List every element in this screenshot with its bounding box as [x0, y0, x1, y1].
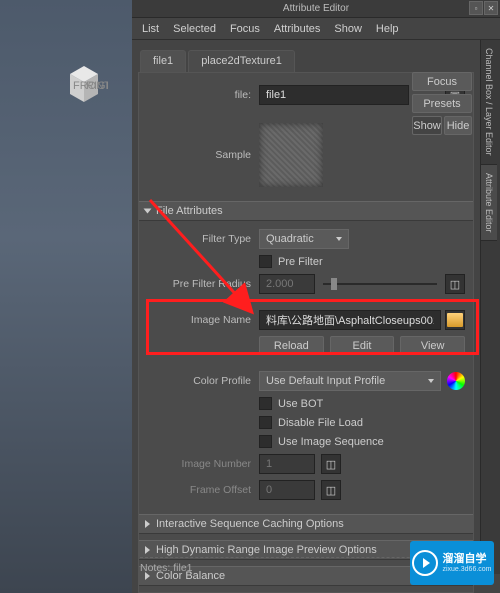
color-wheel-icon[interactable]	[447, 372, 465, 390]
viewcube[interactable]: FRONT RIGHT	[60, 60, 108, 108]
use-image-sequence-checkbox[interactable]	[259, 435, 272, 448]
rail-tab-channel-box[interactable]: Channel Box / Layer Editor	[481, 40, 497, 165]
pre-filter-radius-slider[interactable]	[323, 283, 437, 285]
image-name-input[interactable]	[259, 310, 441, 330]
file-name-input[interactable]	[259, 85, 409, 105]
filter-type-dropdown[interactable]: Quadratic	[259, 229, 349, 249]
triangle-right-icon	[145, 520, 150, 528]
cube-right-label: RIGHT	[86, 80, 108, 92]
right-rail: Channel Box / Layer Editor Attribute Edi…	[480, 40, 500, 574]
play-icon	[423, 558, 430, 568]
menu-focus[interactable]: Focus	[230, 23, 260, 35]
viewport-3d[interactable]: FRONT RIGHT	[0, 0, 132, 593]
image-number-label: Image Number	[147, 458, 259, 470]
reload-button[interactable]: Reload	[259, 336, 324, 355]
menu-list[interactable]: List	[142, 23, 159, 35]
view-button[interactable]: View	[400, 336, 465, 355]
sample-swatch[interactable]	[259, 123, 323, 187]
color-profile-dropdown[interactable]: Use Default Input Profile	[259, 371, 441, 391]
filter-type-label: Filter Type	[147, 233, 259, 245]
show-button[interactable]: Show	[412, 116, 442, 135]
tab-place2dtexture1[interactable]: place2dTexture1	[188, 50, 295, 72]
triangle-right-icon	[145, 546, 150, 554]
disable-file-load-checkbox[interactable]	[259, 416, 272, 429]
frame-offset-map-icon[interactable]: ◫	[321, 480, 341, 500]
edit-button[interactable]: Edit	[330, 336, 395, 355]
watermark-logo: 溜溜自学 zixue.3d66.com	[410, 541, 494, 585]
window-title: Attribute Editor	[283, 3, 349, 14]
menu-attributes[interactable]: Attributes	[274, 23, 320, 35]
hide-button[interactable]: Hide	[444, 116, 472, 135]
undock-icon[interactable]: ▫	[469, 1, 483, 15]
use-bot-label: Use BOT	[278, 398, 323, 410]
close-icon[interactable]: ✕	[484, 1, 498, 15]
titlebar: Attribute Editor ▫ ✕	[132, 0, 500, 18]
menubar: List Selected Focus Attributes Show Help	[132, 18, 500, 40]
chevron-down-icon	[336, 237, 342, 241]
use-bot-checkbox[interactable]	[259, 397, 272, 410]
presets-button[interactable]: Presets	[412, 94, 472, 113]
menu-help[interactable]: Help	[376, 23, 399, 35]
menu-selected[interactable]: Selected	[173, 23, 216, 35]
frame-offset-input	[259, 480, 315, 500]
section-file-attributes: File Attributes Filter Type Quadratic Pr…	[139, 201, 473, 508]
browse-file-button[interactable]	[445, 310, 465, 330]
pre-filter-label: Pre Filter	[278, 256, 323, 268]
section-head-iseq[interactable]: Interactive Sequence Caching Options	[139, 514, 473, 534]
triangle-down-icon	[144, 209, 152, 214]
frame-offset-label: Frame Offset	[147, 484, 259, 496]
disable-file-load-label: Disable File Load	[278, 417, 363, 429]
attribute-editor-panel: Attribute Editor ▫ ✕ List Selected Focus…	[132, 0, 500, 593]
folder-icon	[447, 313, 463, 327]
pre-filter-checkbox[interactable]	[259, 255, 272, 268]
file-label: file:	[147, 89, 259, 101]
section-head-file-attributes[interactable]: File Attributes	[139, 201, 473, 221]
image-number-input	[259, 454, 315, 474]
image-name-label: Image Name	[147, 314, 259, 326]
node-tabs: file1 place2dTexture1	[132, 46, 500, 72]
chevron-down-icon	[428, 379, 434, 383]
content-area: file: ▣ Sample File Attributes Filter Ty…	[138, 72, 474, 593]
tab-file1[interactable]: file1	[140, 50, 186, 72]
pre-filter-radius-input	[259, 274, 315, 294]
rail-tab-attribute-editor[interactable]: Attribute Editor	[481, 165, 497, 242]
pre-filter-radius-map-icon[interactable]: ◫	[445, 274, 465, 294]
color-profile-label: Color Profile	[147, 375, 259, 387]
menu-show[interactable]: Show	[334, 23, 362, 35]
sample-label: Sample	[147, 149, 259, 161]
focus-button[interactable]: Focus	[412, 72, 472, 91]
image-number-map-icon[interactable]: ◫	[321, 454, 341, 474]
pre-filter-radius-label: Pre Filter Radius	[147, 278, 259, 290]
use-image-sequence-label: Use Image Sequence	[278, 436, 384, 448]
